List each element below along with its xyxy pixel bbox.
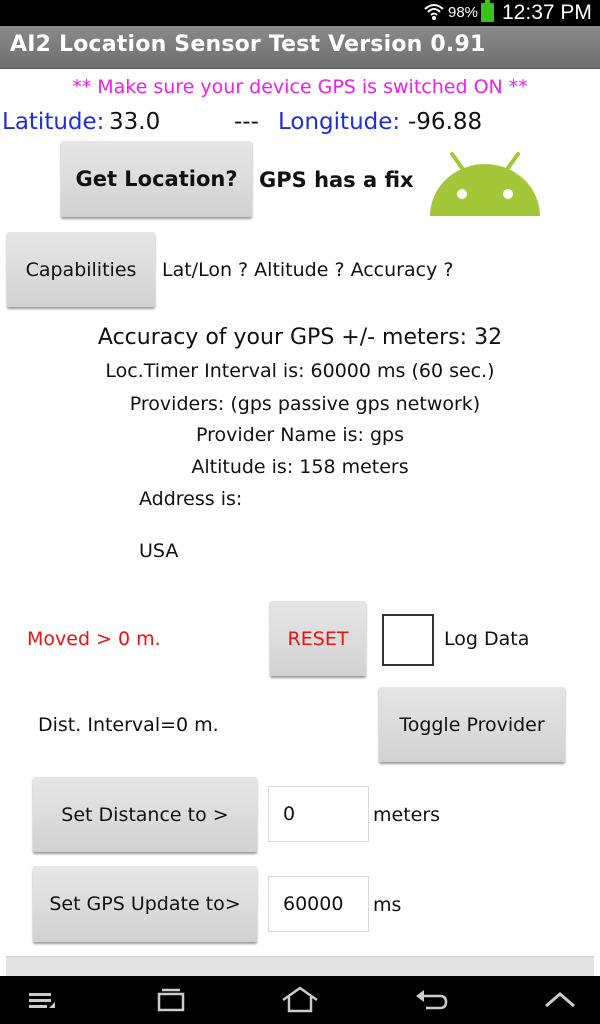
latitude-label: Latitude: — [2, 109, 105, 135]
recent-apps-icon[interactable] — [151, 984, 191, 1016]
timer-interval-text: Loc.Timer Interval is: 60000 ms (60 sec.… — [105, 360, 495, 382]
set-distance-button-label: Set Distance to > — [61, 803, 229, 826]
capabilities-button-label: Capabilities — [25, 258, 137, 281]
distance-interval-text: Dist. Interval=0 m. — [38, 714, 219, 736]
longitude-value: -96.88 — [408, 109, 483, 135]
altitude-text: Altitude is: 158 meters — [191, 456, 409, 478]
wifi-icon — [424, 3, 444, 26]
address-label: Address is: — [139, 488, 243, 510]
address-country: USA — [139, 540, 179, 562]
get-location-button-label: Get Location? — [75, 167, 238, 191]
android-icon — [428, 152, 542, 222]
longitude-label: Longitude: — [278, 109, 401, 135]
status-bar: 98% 12:37 PM — [0, 0, 600, 26]
gps-notice: ** Make sure your device GPS is switched… — [72, 76, 528, 98]
log-data-label: Log Data — [444, 628, 530, 650]
toggle-provider-button[interactable]: Toggle Provider — [379, 687, 565, 762]
navigation-bar — [0, 976, 600, 1024]
toggle-provider-button-label: Toggle Provider — [399, 713, 545, 736]
log-data-checkbox[interactable] — [382, 614, 434, 666]
reset-button-label: RESET — [287, 627, 349, 650]
set-gps-update-button-label: Set GPS Update to> — [49, 893, 241, 915]
gps-fix-status: GPS has a fix — [259, 168, 414, 192]
distance-unit: meters — [373, 804, 441, 826]
set-distance-button[interactable]: Set Distance to > — [33, 777, 257, 852]
accuracy-text: Accuracy of your GPS +/- meters: 32 — [97, 325, 503, 350]
menu-icon[interactable] — [24, 984, 64, 1016]
back-icon[interactable] — [410, 984, 450, 1016]
provider-name-text: Provider Name is: gps — [196, 424, 404, 446]
capabilities-button[interactable]: Capabilities — [7, 232, 155, 307]
capabilities-info: Lat/Lon ? Altitude ? Accuracy ? — [162, 259, 454, 281]
gps-update-unit: ms — [373, 894, 402, 916]
bottom-panel-edge — [6, 956, 594, 977]
latitude-value: 33.0 — [109, 109, 161, 135]
app-title: AI2 Location Sensor Test Version 0.91 — [10, 32, 486, 57]
collapse-icon[interactable] — [540, 984, 580, 1016]
get-location-button[interactable]: Get Location? — [61, 141, 252, 217]
reset-button[interactable]: RESET — [270, 601, 366, 676]
battery-percent: 98% — [448, 4, 479, 21]
providers-text: Providers: (gps passive gps network) — [129, 393, 481, 415]
battery-icon — [481, 0, 494, 22]
coords-separator: --- — [234, 109, 259, 135]
clock: 12:37 PM — [502, 1, 592, 24]
gps-update-input[interactable] — [268, 876, 369, 932]
title-bar: AI2 Location Sensor Test Version 0.91 — [0, 26, 600, 69]
moved-text: Moved > 0 m. — [27, 628, 161, 650]
set-gps-update-button[interactable]: Set GPS Update to> — [33, 866, 257, 942]
distance-input[interactable] — [268, 786, 369, 842]
home-icon[interactable] — [280, 984, 320, 1016]
